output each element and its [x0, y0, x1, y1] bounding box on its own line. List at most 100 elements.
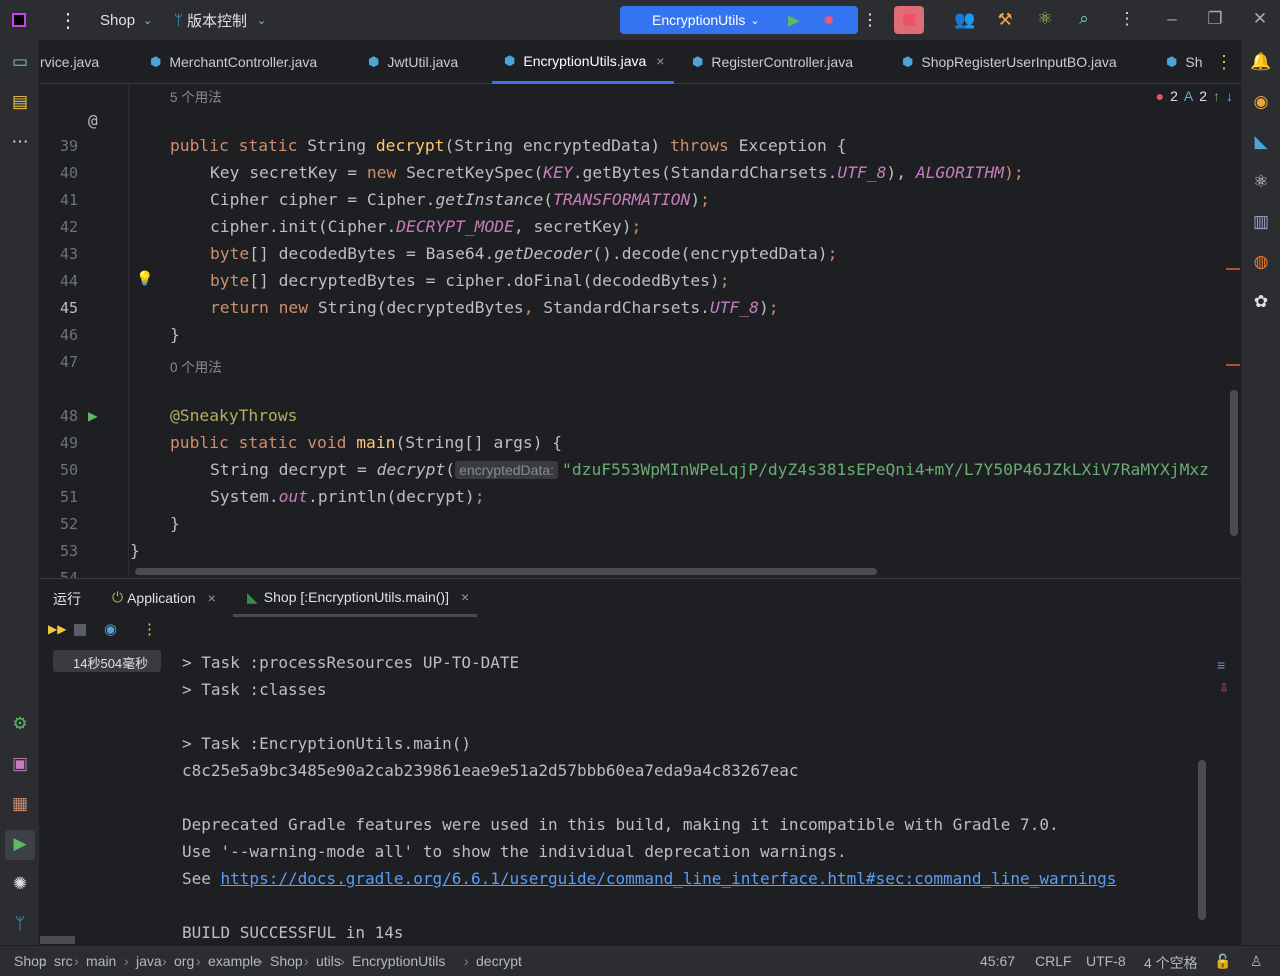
indent-setting[interactable]: 4 个空格: [1144, 953, 1198, 973]
implements-icon[interactable]: @: [88, 111, 98, 130]
tab-shop-register-user-input-bo[interactable]: ⬢ ShopRegisterUserInputBO.java: [902, 40, 1117, 84]
console-scrollbar[interactable]: [1198, 760, 1206, 920]
lightbulb-icon[interactable]: 💡: [136, 270, 153, 287]
console-line: BUILD SUCCESSFUL in 14s: [182, 923, 404, 942]
code-line: }: [170, 514, 180, 533]
breadcrumb-item[interactable]: utils: [316, 953, 341, 969]
settings-more-icon[interactable]: ⋮: [1115, 9, 1139, 29]
run-config-selector[interactable]: EncryptionUtils ⌄ ▶ ✹ ⋮: [620, 6, 878, 34]
code-token: "dzuF553WpMInWPeLqjP/dyZ4s381sEPeQni4+mY…: [562, 460, 1209, 479]
database-icon[interactable]: ▦: [8, 794, 32, 814]
chevron-right-icon: ›: [42, 953, 47, 969]
status-bar: Shop › src › main › java › org › example › Shop › util…: [0, 945, 1280, 976]
code-line: byte[] decodedBytes = Base64.getDecoder(…: [210, 244, 837, 263]
tab-jwt-util[interactable]: ⬢ JwtUtil.java: [368, 40, 458, 84]
structure-icon[interactable]: ▤: [8, 92, 32, 112]
ai-icon[interactable]: ⚛: [1249, 172, 1273, 192]
line-separator[interactable]: CRLF: [1035, 953, 1072, 969]
chatgpt-icon[interactable]: ✿: [1249, 292, 1273, 312]
main-menu-icon[interactable]: ⋮: [58, 0, 78, 40]
tools-icon[interactable]: ⚒: [993, 10, 1017, 30]
breadcrumb-item[interactable]: src: [54, 953, 73, 969]
project-selector[interactable]: Shop ⌄: [100, 0, 152, 40]
search-icon[interactable]: ⌕: [1072, 9, 1096, 29]
close-tab-icon[interactable]: ×: [208, 590, 216, 606]
error-stripe-mark[interactable]: [1226, 364, 1240, 366]
eye-icon[interactable]: ◉: [104, 620, 117, 638]
scroll-to-end-icon[interactable]: ⇩: [1219, 681, 1229, 695]
breadcrumb-item[interactable]: decrypt: [476, 953, 522, 969]
run-tool-icon[interactable]: ▶: [5, 830, 35, 860]
line-number: 54: [59, 569, 78, 578]
horizontal-scrollbar[interactable]: [135, 568, 877, 575]
endpoints-icon[interactable]: ◍: [1249, 252, 1273, 272]
minimize-icon[interactable]: –: [1160, 9, 1184, 29]
code-editor[interactable]: ● 2 A2 ↑ ↓ 5 个用法 39 public static String dec…: [40, 84, 1241, 578]
line-number: 50: [59, 461, 78, 479]
code-with-me-icon[interactable]: 👥: [953, 10, 977, 30]
code-token: String decrypt =: [210, 460, 377, 479]
file-encoding[interactable]: UTF-8: [1086, 953, 1126, 969]
tab-merchant-controller[interactable]: ⬢ MerchantController.java: [150, 40, 317, 84]
console-text: c8c25e5a9bc3485e90a2cab239861eae9e51a2d5…: [182, 761, 799, 780]
code-token: getInstance: [435, 190, 544, 209]
line-number: 51: [59, 488, 78, 506]
project-icon[interactable]: ▭: [8, 52, 32, 72]
error-stripe-mark[interactable]: [1226, 268, 1240, 270]
notifications-icon[interactable]: 🔔: [1249, 52, 1273, 72]
tabs-more-icon[interactable]: ⋮: [1215, 40, 1233, 84]
breadcrumb-item[interactable]: org: [174, 953, 194, 969]
debug-icon[interactable]: ✹: [823, 12, 835, 29]
database-icon[interactable]: ◉: [1249, 92, 1273, 112]
next-highlight-icon[interactable]: ↓: [1226, 88, 1233, 104]
stop-button[interactable]: [894, 6, 924, 34]
terminal-icon[interactable]: ▣: [8, 754, 32, 774]
gutter-divider: [128, 84, 129, 578]
more-icon[interactable]: ⋮: [142, 620, 157, 638]
tab-service[interactable]: rvice.java: [40, 40, 99, 84]
breadcrumb-item[interactable]: java: [136, 953, 162, 969]
run-tree-item[interactable]: 14秒504毫秒: [53, 650, 161, 672]
breadcrumb-item[interactable]: EncryptionUtils: [352, 953, 445, 969]
close-icon[interactable]: ✕: [1248, 9, 1272, 29]
prev-highlight-icon[interactable]: ↑: [1213, 88, 1220, 104]
vcs-selector[interactable]: ᛘ 版本控制 ⌄: [174, 0, 266, 40]
maven-icon[interactable]: ▥: [1249, 212, 1273, 232]
memory-indicator-icon[interactable]: ♙: [1250, 953, 1263, 970]
problems-icon[interactable]: ✺: [8, 874, 32, 894]
usages-hint[interactable]: 5 个用法: [170, 86, 222, 106]
run-tab-application[interactable]: ⏻ Application ×: [112, 589, 216, 606]
soft-wrap-icon[interactable]: ≡: [1217, 657, 1225, 673]
vertical-scrollbar[interactable]: [1230, 390, 1238, 536]
code-token: ;: [827, 244, 838, 263]
inspection-widget[interactable]: ● 2 A2 ↑ ↓: [1156, 88, 1233, 104]
run-icon[interactable]: ▶: [788, 11, 800, 29]
tab-encryption-utils[interactable]: ⬢ EncryptionUtils.java ×: [492, 40, 675, 84]
code-token: }: [170, 514, 180, 533]
stop-icon[interactable]: [74, 624, 86, 636]
services-icon[interactable]: ⚙: [8, 714, 32, 734]
docs-link[interactable]: https://docs.gradle.org/6.6.1/userguide/…: [221, 869, 1117, 888]
lock-icon[interactable]: 🔓: [1214, 953, 1231, 970]
close-tab-icon[interactable]: ×: [656, 53, 664, 69]
run-main-icon[interactable]: ▶: [88, 406, 98, 425]
caret-position[interactable]: 45:67: [980, 953, 1015, 969]
more-icon[interactable]: ⋮: [862, 10, 878, 30]
breadcrumb-item[interactable]: example: [208, 953, 261, 969]
left-tool-stripe: ▭ ▤ ⋯ ⚙ ▣ ▦ ▶ ✺ ᛘ: [0, 40, 40, 945]
run-tab-shop[interactable]: ◣ Shop [:EncryptionUtils.main()] ×: [233, 579, 478, 617]
usages-hint[interactable]: 0 个用法: [170, 356, 222, 376]
git-icon[interactable]: ᛘ: [8, 914, 32, 934]
rerun-icon[interactable]: ▶▶: [48, 622, 66, 636]
ai-assistant-icon[interactable]: ⚛: [1033, 9, 1057, 29]
gradle-icon[interactable]: ◣: [1249, 132, 1273, 152]
restore-icon[interactable]: ❐: [1203, 9, 1227, 29]
tree-scrollbar[interactable]: [40, 936, 75, 944]
console-output[interactable]: > Task :processResources UP-TO-DATE > Tas…: [162, 645, 1208, 945]
breadcrumb-item[interactable]: Shop: [270, 953, 303, 969]
breadcrumb-item[interactable]: main: [86, 953, 116, 969]
tab-register-controller[interactable]: ⬢ RegisterController.java: [692, 40, 853, 84]
more-tools-icon[interactable]: ⋯: [8, 132, 32, 152]
tab-sh[interactable]: ⬢ Sh: [1166, 40, 1202, 84]
close-tab-icon[interactable]: ×: [461, 589, 469, 605]
